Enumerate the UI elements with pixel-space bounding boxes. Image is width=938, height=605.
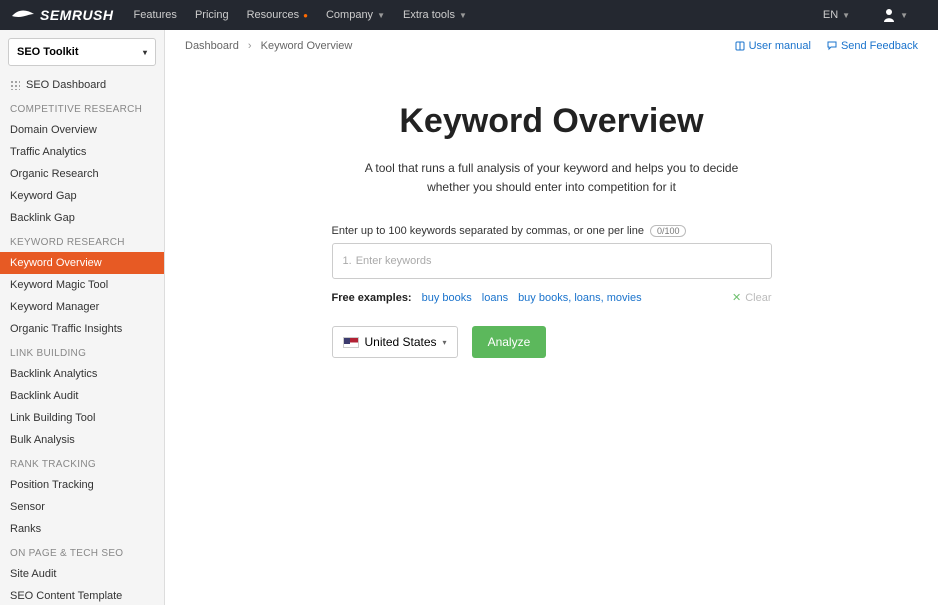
sidebar-item-sensor[interactable]: Sensor [0,496,164,518]
sidebar-item-label: Keyword Gap [10,190,77,202]
chevron-down-icon: ▼ [842,11,850,20]
sidebar-item-site-audit[interactable]: Site Audit [0,563,164,585]
top-bar: Dashboard › Keyword Overview User manual… [185,40,918,52]
sidebar-item-backlink-analytics[interactable]: Backlink Analytics [0,363,164,385]
chevron-down-icon: ▼ [900,11,908,20]
breadcrumb: Dashboard › Keyword Overview [185,40,352,52]
flag-us-icon [343,337,359,348]
input-label-text: Enter up to 100 keywords separated by co… [332,225,644,237]
toolkit-select[interactable]: SEO Toolkit ▾ [8,38,156,66]
example-link-2[interactable]: loans [482,292,508,304]
sidebar-item-label: Backlink Audit [10,390,78,402]
analyze-button[interactable]: Analyze [472,326,547,358]
sidebar-item-ranks[interactable]: Ranks [0,518,164,540]
country-label: United States [365,335,437,349]
sidebar-section-competitive: COMPETITIVE RESEARCH [0,96,164,119]
send-feedback-label: Send Feedback [841,40,918,52]
sidebar-item-label: Site Audit [10,568,56,580]
sidebar-item-keyword-magic[interactable]: Keyword Magic Tool [0,274,164,296]
book-icon [735,41,745,51]
sidebar-item-traffic-analytics[interactable]: Traffic Analytics [0,141,164,163]
page-title: Keyword Overview [399,102,703,141]
nav-features[interactable]: Features [134,9,177,21]
sidebar-item-label: Ranks [10,523,41,535]
sidebar-item-label: Sensor [10,501,45,513]
sidebar-item-link-building-tool[interactable]: Link Building Tool [0,407,164,429]
page-subtitle: A tool that runs a full analysis of your… [362,159,742,197]
sidebar-section-keyword: KEYWORD RESEARCH [0,229,164,252]
examples-label: Free examples: [332,292,412,304]
sidebar-item-keyword-manager[interactable]: Keyword Manager [0,296,164,318]
breadcrumb-dashboard[interactable]: Dashboard [185,40,239,52]
main-content: Dashboard › Keyword Overview User manual… [165,30,938,605]
grid-icon [10,80,20,90]
sidebar-item-keyword-gap[interactable]: Keyword Gap [0,185,164,207]
sidebar-item-label: SEO Dashboard [26,79,106,91]
sidebar-item-label: Keyword Overview [10,257,102,269]
user-menu[interactable]: ▼ [882,8,908,22]
sidebar-item-bulk-analysis[interactable]: Bulk Analysis [0,429,164,451]
sidebar-item-backlink-gap[interactable]: Backlink Gap [0,207,164,229]
breadcrumb-current: Keyword Overview [261,40,353,52]
nav-extra-tools[interactable]: Extra tools▼ [403,9,467,21]
sidebar-item-label: Traffic Analytics [10,146,86,158]
breadcrumb-separator-icon: › [248,40,252,52]
user-manual-link[interactable]: User manual [735,40,811,52]
top-nav: SEMRUSH Features Pricing Resources● Comp… [0,0,938,30]
nav-company[interactable]: Company▼ [326,9,385,21]
logo[interactable]: SEMRUSH [12,7,114,23]
sidebar-item-label: Organic Research [10,168,99,180]
nav-resources[interactable]: Resources● [247,9,308,21]
toolkit-label: SEO Toolkit [17,46,79,58]
nav-pricing[interactable]: Pricing [195,9,229,21]
sidebar-item-backlink-audit[interactable]: Backlink Audit [0,385,164,407]
sidebar-item-label: Keyword Magic Tool [10,279,108,291]
chevron-down-icon: ▾ [143,48,147,57]
example-link-1[interactable]: buy books [422,292,472,304]
country-select[interactable]: United States ▾ [332,326,458,358]
chevron-down-icon: ▼ [459,11,467,20]
sidebar-item-label: Keyword Manager [10,301,99,313]
sidebar-item-label: Link Building Tool [10,412,95,424]
sidebar: SEO Toolkit ▾ SEO Dashboard COMPETITIVE … [0,30,165,605]
sidebar-item-domain-overview[interactable]: Domain Overview [0,119,164,141]
user-manual-label: User manual [749,40,811,52]
line-number: 1. [343,255,352,267]
sidebar-item-keyword-overview[interactable]: Keyword Overview [0,252,164,274]
chevron-down-icon: ▼ [377,11,385,20]
sidebar-item-label: SEO Content Template [10,590,122,602]
sidebar-item-label: Backlink Gap [10,212,75,224]
close-icon: ✕ [732,291,741,304]
sidebar-item-label: Organic Traffic Insights [10,323,122,335]
user-icon [882,8,896,22]
keyword-counter-badge: 0/100 [650,225,687,237]
sidebar-item-label: Domain Overview [10,124,97,136]
chat-icon [827,41,837,51]
clear-button[interactable]: ✕ Clear [732,291,772,304]
send-feedback-link[interactable]: Send Feedback [827,40,918,52]
clear-label: Clear [745,292,771,304]
sidebar-section-link: LINK BUILDING [0,340,164,363]
notification-dot-icon: ● [303,11,308,20]
sidebar-item-seo-content-template[interactable]: SEO Content Template [0,585,164,605]
examples-row: Free examples: buy books loans buy books… [332,291,772,304]
logo-text: SEMRUSH [40,7,114,23]
sidebar-item-organic-traffic-insights[interactable]: Organic Traffic Insights [0,318,164,340]
language-select[interactable]: EN▼ [823,9,850,21]
placeholder-text: Enter keywords [356,255,432,267]
chevron-down-icon: ▾ [443,338,447,347]
sidebar-item-label: Position Tracking [10,479,94,491]
sidebar-item-organic-research[interactable]: Organic Research [0,163,164,185]
example-link-3[interactable]: buy books, loans, movies [518,292,642,304]
sidebar-item-label: Backlink Analytics [10,368,97,380]
sidebar-section-rank: RANK TRACKING [0,451,164,474]
logo-icon [12,7,34,23]
sidebar-item-position-tracking[interactable]: Position Tracking [0,474,164,496]
keyword-input[interactable]: 1. Enter keywords [332,243,772,279]
keyword-input-label: Enter up to 100 keywords separated by co… [332,225,772,237]
sidebar-item-seo-dashboard[interactable]: SEO Dashboard [0,74,164,96]
sidebar-section-onpage: ON PAGE & TECH SEO [0,540,164,563]
sidebar-item-label: Bulk Analysis [10,434,75,446]
